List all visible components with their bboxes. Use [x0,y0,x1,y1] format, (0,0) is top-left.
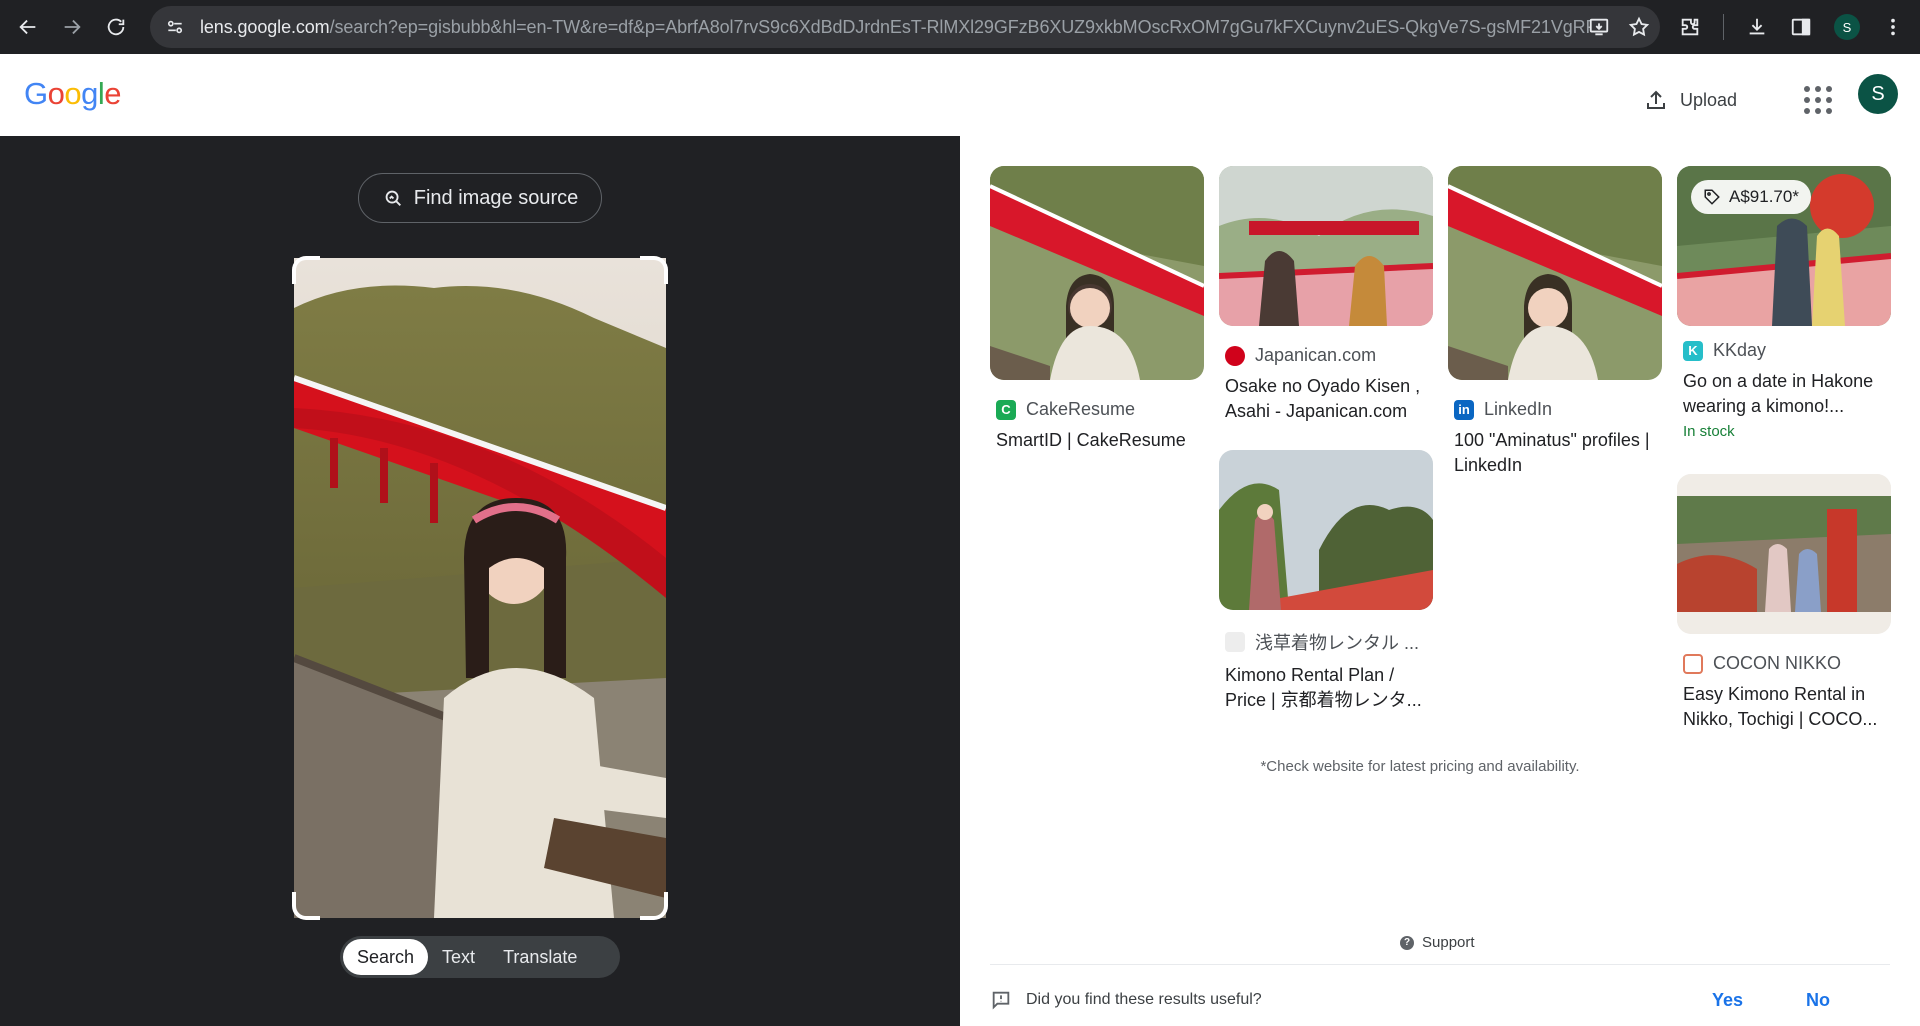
upload-icon [1647,90,1665,109]
price-badge: A$91.70* [1691,180,1811,214]
arrow-right-icon [64,19,81,35]
support-link[interactable]: ? Support [1400,934,1475,951]
result-card[interactable]: 浅草着物レンタル ... Kimono Rental Plan / Price … [1219,450,1433,713]
result-source[interactable]: Japanican.com [1225,345,1433,366]
side-panel-icon[interactable] [1790,16,1812,38]
reload-button[interactable] [94,5,138,49]
result-thumbnail[interactable] [989,166,1205,380]
results-pane: C CakeResume SmartID | CakeResume Japani… [960,136,1920,1026]
result-source[interactable]: 浅草着物レンタル ... [1225,629,1433,655]
extensions-icon[interactable] [1679,16,1701,38]
cocon-nikko-favicon-icon [1683,653,1703,674]
kkday-favicon-icon: K [1683,340,1703,361]
find-image-source-label: Find image source [413,186,579,209]
result-source-name: 浅草着物レンタル ... [1255,633,1420,653]
result-source[interactable]: in LinkedIn [1454,399,1662,420]
bookmark-star-icon[interactable] [1628,16,1650,38]
help-icon: ? [1400,935,1414,950]
address-bar[interactable]: lens.google.com/search?ep=gisbubb&hl=en-… [150,6,1660,48]
result-source[interactable]: K KKday [1683,340,1891,361]
find-image-source-button[interactable]: Find image source [358,173,602,223]
crop-frame[interactable] [292,256,668,920]
site-settings-icon[interactable] [164,16,186,38]
google-apps-button[interactable] [1800,82,1836,118]
menu-kebab-icon[interactable] [1882,16,1904,38]
result-title[interactable]: 100 "Aminatus" profiles | LinkedIn [1454,428,1656,478]
result-title[interactable]: SmartID | CakeResume [996,428,1198,453]
result-thumbnail[interactable] [1677,474,1891,634]
result-thumbnail[interactable]: A$91.70* [1677,166,1891,326]
result-card[interactable]: C CakeResume SmartID | CakeResume [989,166,1205,453]
result-thumbnail[interactable] [1447,166,1663,380]
tab-translate[interactable]: Translate [489,939,591,975]
result-source-name: COCON NIKKO [1713,653,1842,673]
support-label: Support [1422,934,1475,951]
reload-icon [107,18,125,36]
result-title[interactable]: Osake no Oyado Kisen , Asahi - Japanican… [1225,374,1427,424]
arrow-left-icon [19,19,36,35]
account-avatar[interactable]: S [1858,74,1898,114]
mode-tabs: Search Text Translate [340,936,620,978]
japanican-favicon-icon [1225,345,1245,366]
result-source-name: CakeResume [1026,399,1136,419]
crop-handle-top-left[interactable] [292,256,320,284]
crop-handle-bottom-right[interactable] [640,892,668,920]
image-search-icon [385,190,401,206]
tab-text[interactable]: Text [428,939,489,975]
back-button[interactable] [6,5,50,49]
result-title[interactable]: Kimono Rental Plan / Price | 京都着物レンタ... [1225,663,1427,713]
result-thumbnail[interactable] [1219,450,1433,610]
result-card[interactable]: COCON NIKKO Easy Kimono Rental in Nikko,… [1677,474,1891,732]
price-tag-icon [1704,189,1720,205]
feedback-question: Did you find these results useful? [1026,991,1262,1008]
linkedin-favicon-icon: in [1454,399,1474,420]
forward-button[interactable] [50,5,94,49]
downloads-icon[interactable] [1746,16,1768,38]
stock-status: In stock [1683,423,1735,440]
crop-handle-top-right[interactable] [640,256,668,284]
feedback-no-button[interactable]: No [1806,990,1830,1011]
result-source-name: Japanican.com [1255,345,1377,365]
result-card[interactable]: Japanican.com Osake no Oyado Kisen , Asa… [1218,166,1434,424]
price-value: A$91.70* [1729,187,1799,206]
browser-toolbar: lens.google.com/search?ep=gisbubb&hl=en-… [0,0,1920,54]
tab-search[interactable]: Search [343,939,429,975]
result-title[interactable]: Go on a date in Hakone wearing a kimono!… [1683,369,1885,419]
cakeresume-favicon-icon: C [996,399,1016,420]
install-app-icon[interactable] [1588,16,1610,38]
result-card[interactable]: A$91.70* K KKday Go on a date in Hakone … [1677,166,1891,440]
image-pane: Find image source Search Text Translate [0,136,960,1026]
upload-button[interactable]: Upload [1644,80,1737,120]
pricing-disclaimer: *Check website for latest pricing and av… [1260,758,1580,775]
url-text[interactable]: lens.google.com/search?ep=gisbubb&hl=en-… [200,17,1590,38]
profile-avatar-small[interactable]: S [1834,14,1860,40]
feedback-yes-button[interactable]: Yes [1712,990,1743,1011]
feedback-divider [990,964,1890,965]
google-logo[interactable]: Google [24,76,122,112]
result-source-name: LinkedIn [1484,399,1553,419]
crop-handle-bottom-left[interactable] [292,892,320,920]
feedback-bar: Did you find these results useful? Yes N… [990,984,1890,1016]
feedback-icon [992,991,1010,1010]
result-source-name: KKday [1713,340,1767,360]
google-header: Google Upload S [0,54,1920,136]
result-source[interactable]: COCON NIKKO [1683,653,1891,674]
upload-label: Upload [1680,89,1738,110]
result-source[interactable]: C CakeResume [996,399,1204,420]
asakusa-kimono-favicon-icon [1225,632,1245,652]
toolbar-divider [1723,14,1724,40]
result-title[interactable]: Easy Kimono Rental in Nikko, Tochigi | C… [1683,682,1885,732]
result-card[interactable]: in LinkedIn 100 "Aminatus" profiles | Li… [1447,166,1663,478]
result-thumbnail[interactable] [1218,166,1434,326]
